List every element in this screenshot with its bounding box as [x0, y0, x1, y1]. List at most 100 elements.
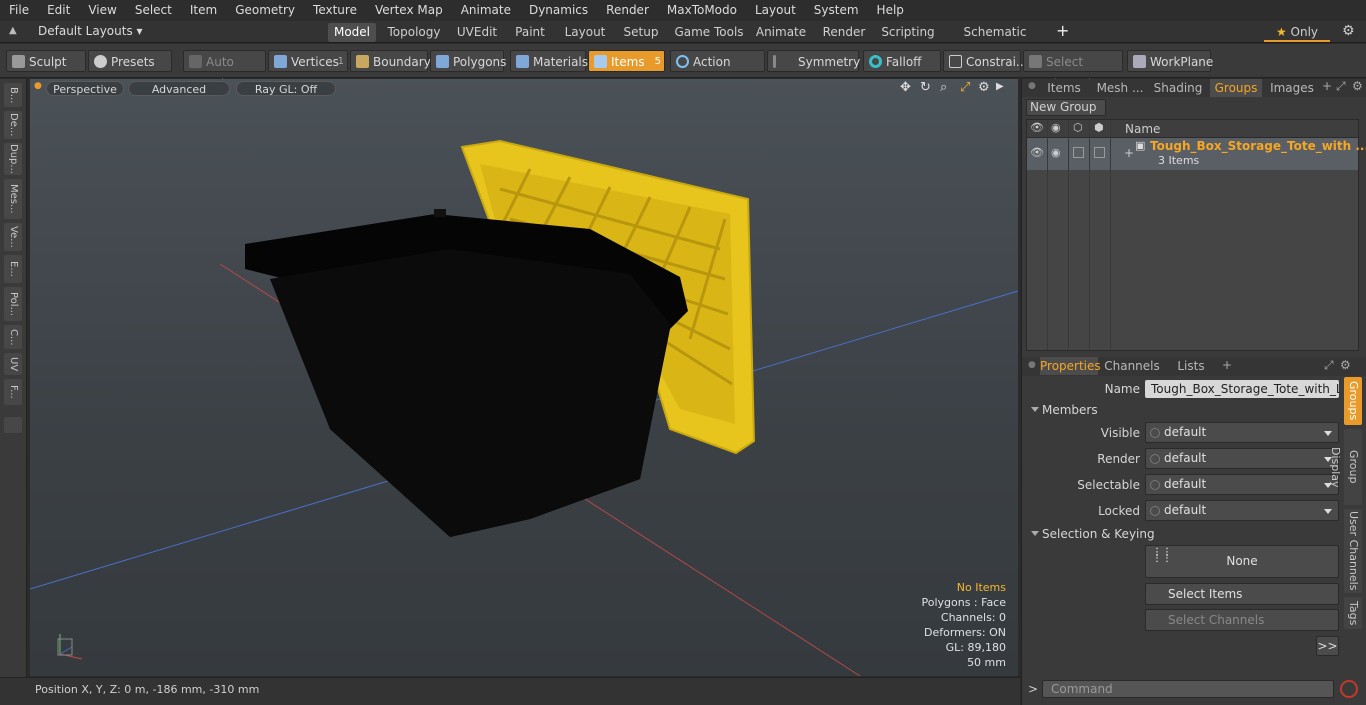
keying-none-button[interactable]: ⋮⋮ ⋮⋮ None: [1145, 545, 1339, 578]
move-view-icon[interactable]: ✥: [900, 80, 911, 95]
tab-mesh[interactable]: Mesh ...: [1094, 79, 1146, 97]
tab-lists[interactable]: Lists: [1168, 357, 1214, 375]
group-name-field[interactable]: Tough_Box_Storage_Tote_with_Lid (3: [1145, 380, 1339, 398]
raygl-button[interactable]: Ray GL: Off: [236, 81, 336, 96]
tab-groups[interactable]: Groups: [1210, 79, 1262, 97]
menu-render[interactable]: Render: [597, 0, 658, 21]
add-panel-tab-icon[interactable]: +: [1322, 79, 1332, 93]
locked-dropdown[interactable]: default: [1145, 500, 1339, 521]
left-tab-2[interactable]: De...: [4, 111, 22, 139]
group-row[interactable]: 👁 ◉ + ▣ Tough_Box_Storage_Tote_with ... …: [1027, 138, 1366, 170]
select-channels-button[interactable]: Select Channels: [1145, 609, 1339, 631]
row-eye-icon[interactable]: 👁: [1030, 146, 1044, 159]
sculpt-button[interactable]: Sculpt: [6, 50, 86, 72]
falloff-button[interactable]: Falloff: [863, 50, 941, 72]
select-items-button[interactable]: Select Items: [1145, 583, 1339, 605]
tab-paint[interactable]: Paint: [511, 23, 549, 42]
menu-geometry[interactable]: Geometry: [226, 0, 304, 21]
collapse-arrow-icon[interactable]: ▲: [9, 25, 17, 36]
menu-edit[interactable]: Edit: [38, 0, 79, 21]
left-tab-7[interactable]: Pol...: [4, 287, 22, 321]
menu-texture[interactable]: Texture: [304, 0, 366, 21]
vtab-group-display[interactable]: Group Display: [1329, 429, 1362, 505]
menu-select[interactable]: Select: [126, 0, 181, 21]
add-props-tab-icon[interactable]: +: [1222, 358, 1232, 372]
row-render-icon[interactable]: ◉: [1051, 146, 1061, 159]
menu-layout[interactable]: Layout: [746, 0, 805, 21]
expand-icon[interactable]: +: [1124, 146, 1134, 160]
tab-properties[interactable]: Properties: [1040, 357, 1101, 375]
tab-uvedit[interactable]: UVEdit: [452, 23, 502, 42]
menu-system[interactable]: System: [805, 0, 868, 21]
auto-select-button[interactable]: Auto Select: [183, 50, 266, 91]
tab-shading[interactable]: Shading: [1152, 79, 1204, 97]
tab-scripting[interactable]: Scripting: [880, 23, 936, 42]
left-tab-9[interactable]: UV: [4, 353, 22, 375]
more-button[interactable]: >>: [1316, 636, 1339, 656]
tab-model[interactable]: Model: [328, 23, 376, 42]
command-input[interactable]: Command: [1042, 680, 1334, 698]
viewport-arrow-icon[interactable]: ▶: [996, 81, 1004, 92]
render-dropdown[interactable]: default: [1145, 448, 1339, 469]
action-center-button[interactable]: Action Center: [670, 50, 765, 91]
left-tab-5[interactable]: Ve...: [4, 223, 22, 251]
advanced-button[interactable]: Advanced: [128, 81, 230, 96]
vtab-groups[interactable]: Groups: [1344, 377, 1362, 425]
name-column-header[interactable]: Name: [1125, 122, 1160, 136]
props-expand-icon[interactable]: ⤢: [1324, 358, 1334, 373]
boundary-button[interactable]: Boundary: [350, 50, 431, 72]
tab-setup[interactable]: Setup: [619, 23, 663, 42]
select-through-button[interactable]: Select Through: [1023, 50, 1123, 91]
only-toggle[interactable]: ★ Only: [1264, 23, 1330, 42]
row-select-box[interactable]: [1073, 147, 1084, 158]
record-icon[interactable]: [1340, 680, 1358, 698]
rotate-view-icon[interactable]: ↻: [920, 80, 931, 95]
gear-icon[interactable]: ⚙: [1342, 23, 1355, 39]
menu-animate[interactable]: Animate: [452, 0, 520, 21]
row-lock-box[interactable]: [1094, 147, 1105, 158]
menu-file[interactable]: File: [0, 0, 38, 21]
select-icon[interactable]: ⬡: [1073, 121, 1083, 134]
vtab-tags[interactable]: Tags: [1344, 597, 1362, 629]
tab-topology[interactable]: Topology: [385, 23, 443, 42]
menu-view[interactable]: View: [79, 0, 125, 21]
menu-item[interactable]: Item: [181, 0, 226, 21]
3d-viewport[interactable]: ● Perspective Advanced Ray GL: Off ✥ ↻ ⌕…: [30, 79, 1018, 676]
viewport-gear-icon[interactable]: ⚙: [978, 80, 990, 95]
tab-layout[interactable]: Layout: [560, 23, 610, 42]
viewport-dot-icon[interactable]: ●: [34, 81, 42, 91]
left-tab-8[interactable]: C...: [4, 325, 22, 349]
tab-images[interactable]: Images: [1268, 79, 1316, 97]
presets-button[interactable]: Presets: [88, 50, 172, 72]
add-tab-icon[interactable]: +: [1056, 21, 1069, 40]
perspective-button[interactable]: Perspective: [46, 81, 124, 96]
left-tab-handle[interactable]: [4, 417, 22, 433]
new-group-button[interactable]: New Group: [1026, 99, 1106, 116]
left-tab-1[interactable]: B...: [4, 83, 22, 107]
items-button[interactable]: Items 5: [588, 50, 665, 72]
workplane-button[interactable]: WorkPlane: [1127, 50, 1213, 72]
visible-dropdown[interactable]: default: [1145, 422, 1339, 443]
symmetry-button[interactable]: Symmetry: [767, 50, 860, 72]
menu-dynamics[interactable]: Dynamics: [520, 0, 597, 21]
tab-game-tools[interactable]: Game Tools: [673, 23, 745, 42]
tab-items[interactable]: Items: [1040, 79, 1088, 97]
left-tab-4[interactable]: Mes...: [4, 179, 22, 219]
panel-gear-icon[interactable]: ⚙: [1352, 79, 1363, 93]
left-tab-6[interactable]: E...: [4, 255, 22, 283]
layout-selector[interactable]: Default Layouts ▾: [38, 24, 143, 38]
menu-maxtomodo[interactable]: MaxToModo: [658, 0, 746, 21]
tab-channels[interactable]: Channels: [1104, 357, 1160, 375]
vtab-user-channels[interactable]: User Channels: [1344, 509, 1362, 593]
left-tab-3[interactable]: Dup...: [4, 143, 22, 175]
selectable-dropdown[interactable]: default: [1145, 474, 1339, 495]
tab-schematic-fusion[interactable]: Schematic Fusion: [945, 23, 1045, 58]
tab-animate[interactable]: Animate: [753, 23, 809, 42]
materials-button[interactable]: Materials: [510, 50, 588, 72]
menu-help[interactable]: Help: [868, 0, 913, 21]
selection-keying-section[interactable]: Selection & Keying: [1026, 525, 1343, 543]
render-icon[interactable]: ◉: [1051, 121, 1061, 134]
tab-render[interactable]: Render: [818, 23, 870, 42]
zoom-view-icon[interactable]: ⌕: [940, 80, 947, 95]
polygons-button[interactable]: Polygons: [430, 50, 506, 72]
